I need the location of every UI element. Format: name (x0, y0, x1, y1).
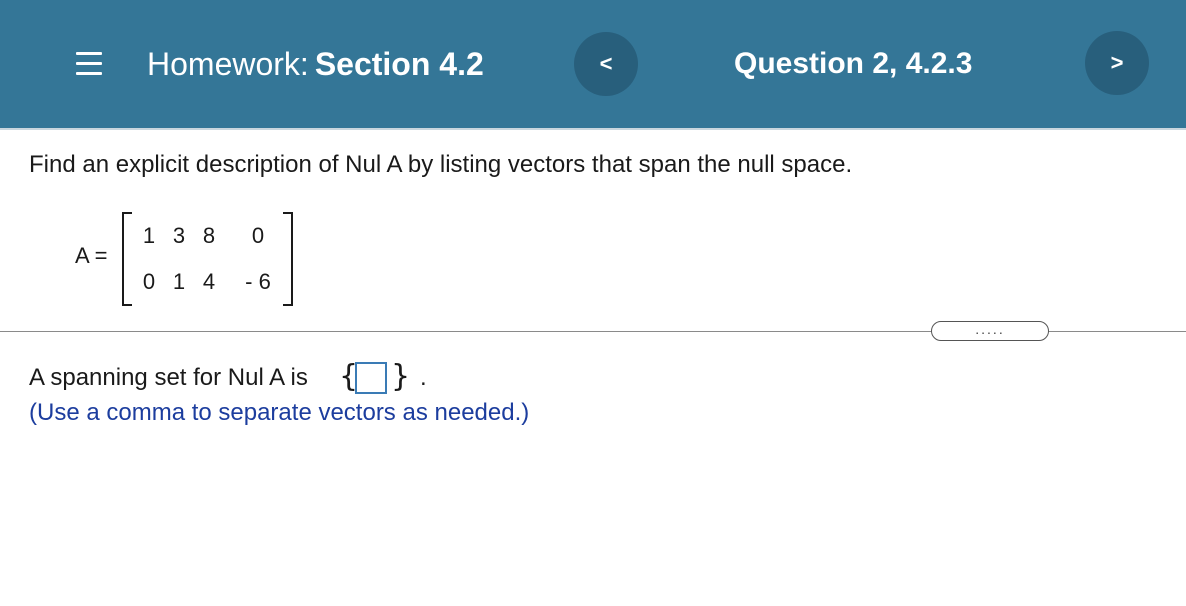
problem-prompt: Find an explicit description of Nul A by… (29, 151, 853, 178)
section-title: Section 4.2 (314, 46, 484, 82)
matrix-left-bracket (122, 212, 132, 306)
answer-input-box[interactable] (355, 362, 387, 394)
matrix-right-bracket (283, 212, 293, 306)
matrix-cell: 0 (251, 223, 265, 248)
close-brace: } (391, 359, 411, 394)
previous-question-button[interactable]: < (574, 32, 638, 96)
matrix-cell: 8 (202, 223, 216, 248)
question-title: Question 2, 4.2.3 (734, 47, 973, 80)
answer-hint: (Use a comma to separate vectors as need… (29, 399, 530, 426)
answer-prompt: A spanning set for Nul A is (29, 364, 308, 391)
answer-period: . (420, 364, 427, 391)
matrix-label: A = (75, 243, 108, 268)
homework-prefix: Homework: (147, 46, 309, 82)
matrix-cell: 4 (202, 269, 216, 294)
top-header-bar: Homework: Section 4.2 < Question 2, 4.2.3… (0, 0, 1186, 130)
hamburger-menu-icon[interactable] (76, 52, 102, 76)
homework-title: Homework: Section 4.2 (147, 44, 484, 84)
show-more-expander-button[interactable]: ..... (931, 321, 1049, 341)
next-question-button[interactable]: > (1085, 31, 1149, 95)
matrix-cell: 3 (172, 223, 186, 248)
matrix-cell: - 6 (245, 269, 271, 294)
matrix-cell: 0 (142, 269, 156, 294)
matrix-cell: 1 (142, 223, 156, 248)
matrix-cell: 1 (172, 269, 186, 294)
